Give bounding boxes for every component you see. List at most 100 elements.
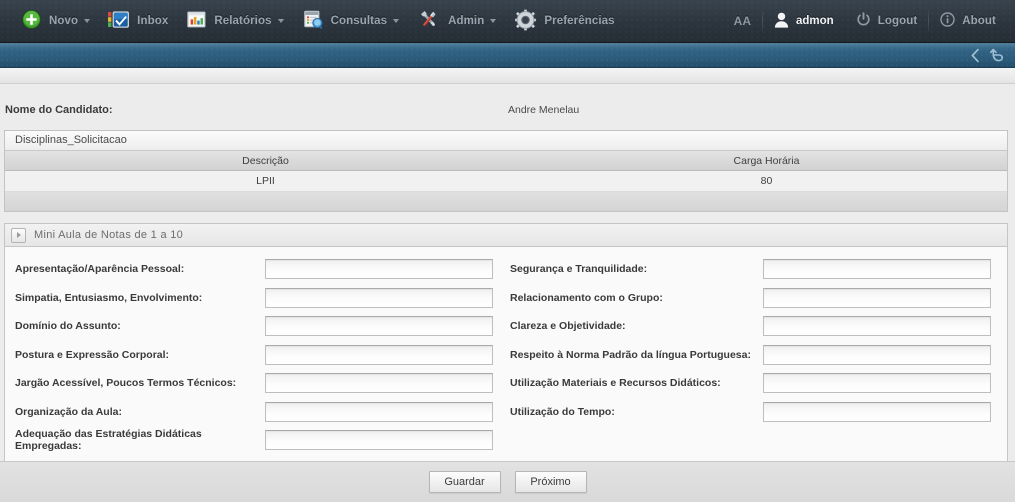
nav-item-consultas[interactable]: Consultas xyxy=(293,0,409,42)
nav-left-group: Novo Inbox Relatórios Consultas Admin Pr… xyxy=(0,0,624,42)
input-utilizacao-materiais-recursos[interactable] xyxy=(763,373,991,394)
form-column-left: Apresentação/Aparência Pessoal: Simpatia… xyxy=(5,255,505,467)
nav-item-label: Inbox xyxy=(137,15,169,27)
nav-item-preferencias[interactable]: Preferências xyxy=(505,0,623,42)
input-organizacao-da-aula[interactable] xyxy=(265,401,493,422)
grid-header-row: Descrição Carga Horária xyxy=(5,151,1007,171)
field-utilizacao-materiais-recursos: Utilização Materiais e Recursos Didático… xyxy=(510,369,1000,398)
form-spacer xyxy=(510,426,1000,455)
evaluation-form-panel: Apresentação/Aparência Pessoal: Simpatia… xyxy=(4,246,1008,468)
gear-icon xyxy=(514,9,537,34)
input-relacionamento-com-o-grupo[interactable] xyxy=(763,287,991,308)
chevron-down-icon xyxy=(490,19,497,23)
field-label: Organização da Aula: xyxy=(15,405,122,418)
input-adequacao-estrategias-didaticas[interactable] xyxy=(265,430,493,451)
plus-circle-icon xyxy=(21,9,42,33)
field-relacionamento-com-o-grupo: Relacionamento com o Grupo: xyxy=(510,284,1000,313)
chevron-right-icon[interactable] xyxy=(11,227,26,243)
table-row[interactable]: LPII 80 xyxy=(5,171,1007,192)
field-seguranca-tranquilidade: Segurança e Tranquilidade: xyxy=(510,255,1000,284)
input-utilizacao-do-tempo[interactable] xyxy=(763,401,991,422)
user-name-label: admon xyxy=(796,15,834,27)
undo-arrow-icon[interactable] xyxy=(990,48,1005,63)
page-body: Nome do Candidato: Andre Menelau Discipl… xyxy=(0,68,1015,502)
nav-item-label: Preferências xyxy=(544,15,615,27)
input-postura-expressao-corporal[interactable] xyxy=(265,344,493,365)
nav-item-inbox[interactable]: Inbox xyxy=(99,0,177,42)
context-toolbar xyxy=(0,43,1015,68)
font-size-toggle[interactable]: AA xyxy=(723,0,762,42)
field-simpatia-entusiasmo-envolvimento: Simpatia, Entusiasmo, Envolvimento: xyxy=(15,284,505,313)
top-navigation-bar: Novo Inbox Relatórios Consultas Admin Pr… xyxy=(0,0,1015,43)
nav-item-admin[interactable]: Admin xyxy=(408,0,505,42)
chevron-left-icon[interactable] xyxy=(970,48,981,63)
input-seguranca-tranquilidade[interactable] xyxy=(763,259,991,280)
accordion-header-mini-aula[interactable]: Mini Aula de Notas de 1 a 10 xyxy=(4,223,1008,246)
logout-button[interactable]: Logout xyxy=(845,0,929,42)
nav-item-label: Novo xyxy=(49,15,79,27)
column-header-carga-horaria: Carga Horária xyxy=(733,154,800,167)
field-label: Respeito à Norma Padrão da língua Portug… xyxy=(510,348,751,361)
field-utilizacao-do-tempo: Utilização do Tempo: xyxy=(510,398,1000,427)
field-label: Relacionamento com o Grupo: xyxy=(510,291,663,304)
field-label: Utilização do Tempo: xyxy=(510,405,615,418)
chevron-down-icon xyxy=(393,19,400,23)
chevron-down-icon xyxy=(84,19,91,23)
inbox-checkbox-icon xyxy=(108,9,130,33)
next-button[interactable]: Próximo xyxy=(514,471,587,493)
field-label: Postura e Expressão Corporal: xyxy=(15,348,170,361)
field-label: Domínio do Assunto: xyxy=(15,320,121,333)
input-dominio-do-assunto[interactable] xyxy=(265,316,493,337)
info-icon xyxy=(940,12,955,30)
page-toolstrip xyxy=(0,68,1015,84)
input-apresentacao-aparencia-pessoal[interactable] xyxy=(265,259,493,280)
column-header-descricao: Descrição xyxy=(242,154,289,167)
field-respeito-norma-padrao: Respeito à Norma Padrão da língua Portug… xyxy=(510,341,1000,370)
logout-label: Logout xyxy=(877,15,918,27)
grid-footer xyxy=(5,192,1007,211)
nav-item-novo[interactable]: Novo xyxy=(12,0,99,42)
power-icon xyxy=(856,12,871,30)
field-label: Simpatia, Entusiasmo, Envolvimento: xyxy=(15,291,203,304)
candidate-name-value: Andre Menelau xyxy=(508,104,580,116)
bar-chart-icon xyxy=(186,9,207,33)
input-respeito-norma-padrao[interactable] xyxy=(763,344,991,365)
nav-item-relatorios[interactable]: Relatórios xyxy=(177,0,292,42)
field-clareza-objetividade: Clareza e Objetividade: xyxy=(510,312,1000,341)
field-apresentacao-aparencia-pessoal: Apresentação/Aparência Pessoal: xyxy=(15,255,505,284)
field-label: Clareza e Objetividade: xyxy=(510,320,626,333)
nav-item-label: Admin xyxy=(448,15,485,27)
accordion-title: Mini Aula de Notas de 1 a 10 xyxy=(34,229,184,241)
about-label: About xyxy=(962,15,996,27)
document-search-icon xyxy=(302,9,324,33)
field-adequacao-estrategias-didaticas: Adequação das Estratégias Didáticas Empr… xyxy=(15,426,505,455)
nav-item-label: Consultas xyxy=(330,15,388,27)
candidate-row: Nome do Candidato: Andre Menelau xyxy=(0,93,1015,127)
toolbar-actions xyxy=(970,48,1015,63)
font-size-label: AA xyxy=(733,14,752,28)
field-label: Jargão Acessível, Poucos Termos Técnicos… xyxy=(15,377,237,390)
field-postura-expressao-corporal: Postura e Expressão Corporal: xyxy=(15,341,505,370)
cell-descricao: LPII xyxy=(256,175,275,187)
field-label: Apresentação/Aparência Pessoal: xyxy=(15,263,185,276)
user-menu[interactable]: admon xyxy=(763,0,845,42)
input-clareza-objetividade[interactable] xyxy=(763,316,991,337)
candidate-name-label: Nome do Candidato: xyxy=(5,104,113,116)
disciplinas-grid: Disciplinas_Solicitacao Descrição Carga … xyxy=(4,130,1008,212)
nav-right-group: AA admon Logout About xyxy=(723,0,1015,42)
input-simpatia-entusiasmo-envolvimento[interactable] xyxy=(265,287,493,308)
field-jargao-acessivel: Jargão Acessível, Poucos Termos Técnicos… xyxy=(15,369,505,398)
about-button[interactable]: About xyxy=(929,0,1007,42)
input-jargao-acessivel[interactable] xyxy=(265,373,493,394)
field-organizacao-da-aula: Organização da Aula: xyxy=(15,398,505,427)
form-column-right: Segurança e Tranquilidade: Relacionament… xyxy=(505,255,1000,467)
form-footer: Guardar Próximo xyxy=(0,461,1015,502)
save-button[interactable]: Guardar xyxy=(428,471,501,493)
tools-icon xyxy=(417,9,441,33)
chevron-down-icon xyxy=(277,19,284,23)
grid-title: Disciplinas_Solicitacao xyxy=(5,131,1007,151)
field-label: Segurança e Tranquilidade: xyxy=(510,263,648,276)
field-label: Adequação das Estratégias Didáticas Empr… xyxy=(15,428,202,453)
user-icon xyxy=(774,12,789,31)
nav-item-label: Relatórios xyxy=(214,15,272,27)
